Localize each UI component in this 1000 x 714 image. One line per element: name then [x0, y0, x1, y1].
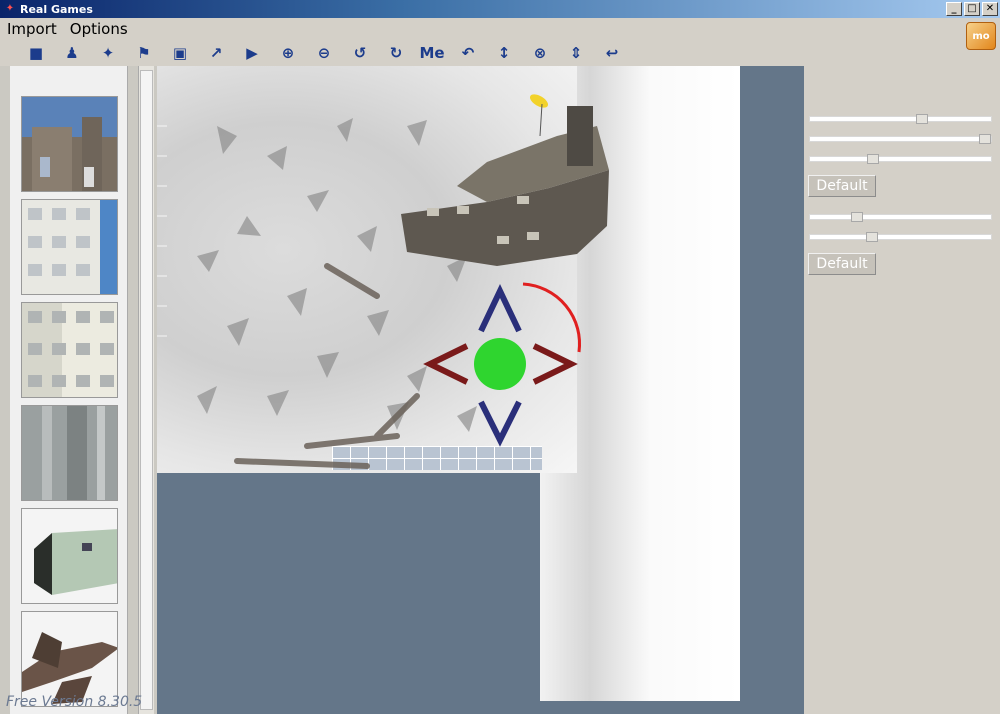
title-bar: ✦ Real Games _ □ ✕ [0, 0, 1000, 18]
rotate-left-icon[interactable]: ↺ [344, 41, 376, 65]
close-circle-icon[interactable]: ⊗ [524, 41, 556, 65]
slider-1-knob[interactable] [916, 114, 928, 124]
menu-bar: Import Options [0, 18, 1000, 40]
texture-list [10, 66, 128, 714]
slider-2-knob[interactable] [979, 134, 991, 144]
texture-thumb-wall[interactable] [21, 405, 118, 501]
export-icon[interactable]: ↗ [200, 41, 232, 65]
minimize-button[interactable]: _ [946, 2, 962, 16]
vertical-move-icon[interactable]: ↕ [488, 41, 520, 65]
texture-thumb-facade-1[interactable] [21, 199, 118, 295]
sidebar-scrollbar[interactable] [138, 66, 154, 714]
sidebar-scroll-thumb[interactable] [140, 70, 153, 710]
zoom-in-icon[interactable]: ⊕ [272, 41, 304, 65]
close-button[interactable]: ✕ [982, 2, 998, 16]
slider-1[interactable] [809, 114, 992, 124]
slider-3-knob[interactable] [867, 154, 879, 164]
version-label: Free Version 8.30.5 [6, 694, 143, 710]
gizmo-arrow-down-icon[interactable] [478, 400, 522, 447]
texture-thumb-model-box[interactable] [21, 508, 118, 604]
yellow-marker-icon[interactable] [528, 92, 550, 137]
gizmo-center-handle[interactable] [474, 338, 526, 390]
slider-5[interactable] [809, 232, 992, 242]
window-title: Real Games [20, 2, 93, 16]
texture-thumb-ruined-building[interactable] [21, 96, 118, 192]
arrows-up-down-icon[interactable]: ⇕ [560, 41, 592, 65]
properties-panel: Default Default [804, 66, 1000, 714]
texture-thumb-facade-2[interactable] [21, 302, 118, 398]
rotate-arc-handle[interactable] [522, 282, 582, 353]
3d-viewport[interactable] [157, 66, 804, 714]
spin-icon[interactable]: ↶ [452, 41, 484, 65]
app-logo-icon: mo [966, 22, 996, 50]
toolbar: ■ ♟ ✦ ⚑ ▣ ↗ ▶ ⊕ ⊖ ↺ ↻ Me ↶ ↕ ⊗ ⇕ ↩ [0, 40, 960, 66]
zoom-out-icon[interactable]: ⊖ [308, 41, 340, 65]
gizmo-arrow-left-icon[interactable] [423, 343, 469, 385]
cube-icon[interactable]: ■ [20, 41, 52, 65]
text-tool-icon[interactable]: Me [416, 41, 448, 65]
maximize-button[interactable]: □ [964, 2, 980, 16]
magic-wand-icon[interactable]: ✦ [92, 41, 124, 65]
figure-icon[interactable]: ♟ [56, 41, 88, 65]
scene-overlay [157, 92, 609, 469]
rotate-right-icon[interactable]: ↻ [380, 41, 412, 65]
slider-4-knob[interactable] [851, 212, 863, 222]
ruined-building-model [401, 106, 609, 266]
app-icon: ✦ [5, 3, 15, 14]
slider-4[interactable] [809, 212, 992, 222]
slider-5-knob[interactable] [866, 232, 878, 242]
texture-sidebar [0, 66, 157, 714]
texture-thumb-model-wreck[interactable] [21, 611, 118, 707]
slider-3[interactable] [809, 154, 992, 164]
flag-icon[interactable]: ⚑ [128, 41, 160, 65]
slider-2[interactable] [809, 134, 992, 144]
save-icon[interactable]: ▣ [164, 41, 196, 65]
menu-import[interactable]: Import [0, 20, 63, 38]
gizmo-arrow-right-icon[interactable] [532, 343, 578, 385]
default-button-1[interactable]: Default [808, 175, 876, 197]
gizmo-arrow-up-icon[interactable] [478, 284, 522, 333]
undo-icon[interactable]: ↩ [596, 41, 628, 65]
play-icon[interactable]: ▶ [236, 41, 268, 65]
default-button-2[interactable]: Default [808, 253, 876, 275]
menu-options[interactable]: Options [63, 20, 134, 38]
transform-gizmo[interactable] [423, 282, 582, 447]
